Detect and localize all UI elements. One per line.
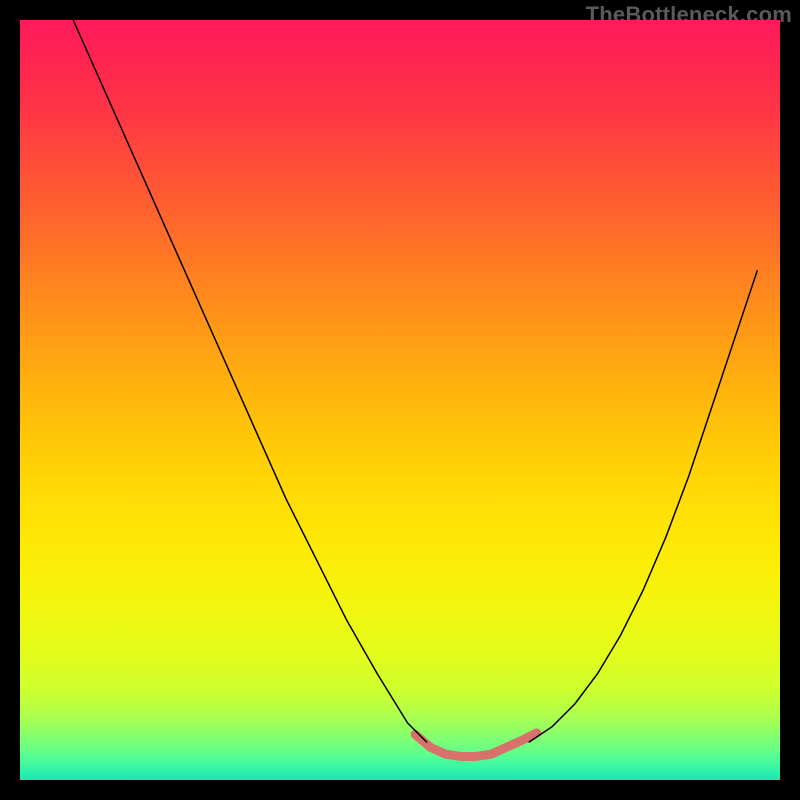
chart-frame: TheBottleneck.com [0,0,800,800]
bottleneck-chart [20,20,780,780]
chart-background [20,20,780,780]
